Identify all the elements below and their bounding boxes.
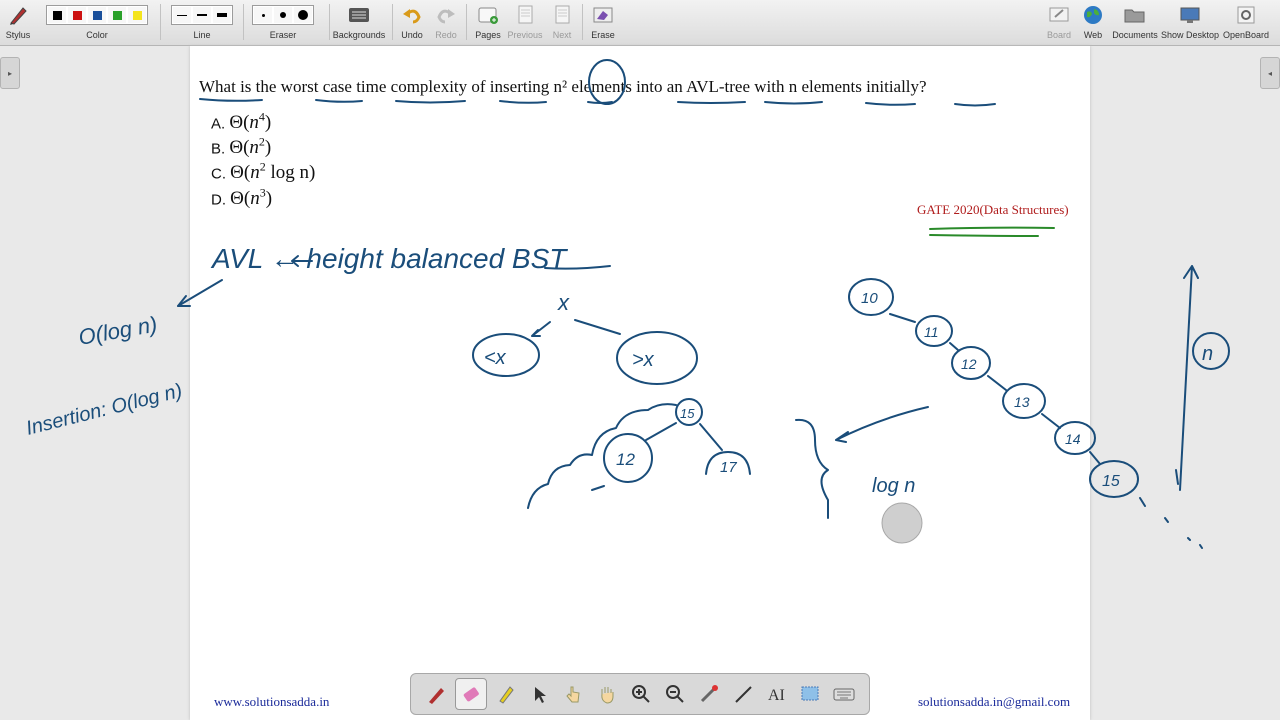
capture-icon xyxy=(801,686,819,701)
hand-icon xyxy=(601,687,614,704)
color-swatch-1[interactable] xyxy=(48,7,66,23)
keyboard-icon xyxy=(833,688,855,701)
color-swatch-2[interactable] xyxy=(68,7,86,23)
footer-email: solutionsadda.in@gmail.com xyxy=(918,694,1071,709)
interact-tool-button[interactable] xyxy=(558,679,588,709)
hand-pointer-icon xyxy=(566,686,580,703)
openboard-menu[interactable]: OpenBoard xyxy=(1222,2,1270,43)
previous-button[interactable]: Previous xyxy=(508,2,543,43)
option-d: D. Θ(n3) xyxy=(211,186,272,210)
board-button[interactable]: Board xyxy=(1044,2,1074,43)
capture-tool-button[interactable] xyxy=(795,679,825,709)
eraser-icon xyxy=(463,687,479,702)
line-medium-button[interactable] xyxy=(193,7,211,23)
top-toolbar: Stylus Color Line Eraser Backgrounds Und… xyxy=(0,0,1280,46)
next-button[interactable]: Next xyxy=(548,2,576,43)
previous-page-icon xyxy=(518,5,533,24)
pan-tool-button[interactable] xyxy=(592,679,622,709)
hw-chain-15: 15 xyxy=(1102,473,1120,490)
option-math: Θ(n2 log n) xyxy=(230,160,316,184)
documents-button[interactable]: Documents xyxy=(1112,2,1158,43)
option-a: A. Θ(n4) xyxy=(211,110,271,134)
backgrounds-icon xyxy=(349,8,369,22)
eraser-large-button[interactable] xyxy=(294,7,312,23)
footer-website: www.solutionsadda.in xyxy=(214,694,330,709)
option-label: B. xyxy=(211,140,230,158)
option-label: C. xyxy=(211,165,231,183)
laser-pointer-button[interactable] xyxy=(694,679,724,709)
hw-n-label: n xyxy=(1202,343,1213,365)
source-label: GATE 2020(Data Structures) xyxy=(917,202,1069,217)
pen-tool-button[interactable] xyxy=(421,679,451,709)
globe-icon xyxy=(1084,6,1102,24)
folder-icon xyxy=(1124,9,1145,23)
erase-icon xyxy=(593,7,613,23)
text-tool-button[interactable]: AI xyxy=(761,679,791,709)
option-b: B. Θ(n2) xyxy=(211,135,271,159)
select-tool-button[interactable] xyxy=(524,679,554,709)
eraser-tool-button[interactable] xyxy=(454,678,487,710)
tool-palette: AI xyxy=(410,673,870,715)
color-swatches xyxy=(46,5,148,25)
zoom-out-icon xyxy=(665,685,684,703)
web-button[interactable]: Web xyxy=(1080,2,1106,43)
pen-icon xyxy=(428,688,444,704)
pages-button[interactable]: Pages xyxy=(472,2,504,43)
redo-icon xyxy=(437,9,455,24)
board-icon xyxy=(1049,7,1069,22)
desktop-icon xyxy=(1180,7,1200,23)
undo-button[interactable]: Undo xyxy=(398,2,426,43)
option-math: Θ(n3) xyxy=(230,186,273,210)
hw-o-logn: O(log n) xyxy=(77,312,160,350)
line-thick-button[interactable] xyxy=(213,7,231,23)
right-panel-toggle[interactable]: ◂ xyxy=(1260,57,1280,89)
eraser-medium-button[interactable] xyxy=(274,7,292,23)
stylus-tool[interactable]: Stylus xyxy=(4,2,32,43)
redo-button[interactable]: Redo xyxy=(432,2,460,43)
show-desktop-button[interactable]: Show Desktop xyxy=(1161,2,1219,43)
highlighter-icon xyxy=(498,686,514,704)
color-tool: Color xyxy=(40,2,154,43)
zoom-in-button[interactable] xyxy=(626,679,656,709)
hw-insertion: Insertion: O(log n) xyxy=(24,380,185,440)
option-label: D. xyxy=(211,191,231,209)
arrow-cursor-icon xyxy=(535,687,547,703)
question-text: What is the worst case time complexity o… xyxy=(199,77,927,96)
color-swatch-5[interactable] xyxy=(128,7,146,23)
eraser-size-tool: Eraser xyxy=(249,2,317,43)
zoom-out-button[interactable] xyxy=(660,679,690,709)
board-page xyxy=(190,46,1090,720)
svg-text:AI: AI xyxy=(768,687,785,704)
stylus-icon xyxy=(10,7,27,25)
line-icon xyxy=(734,686,752,703)
left-panel-toggle[interactable]: ▸ xyxy=(0,57,20,89)
line-thin-button[interactable] xyxy=(173,7,191,23)
keyboard-button[interactable] xyxy=(829,679,859,709)
highlighter-tool-button[interactable] xyxy=(491,679,521,709)
backgrounds-button[interactable]: Backgrounds xyxy=(333,2,385,43)
next-page-icon xyxy=(555,5,570,24)
line-tool-button[interactable] xyxy=(728,679,758,709)
eraser-small-button[interactable] xyxy=(254,7,272,23)
gear-icon xyxy=(1237,6,1255,24)
color-swatch-3[interactable] xyxy=(88,7,106,23)
option-label: A. xyxy=(211,115,230,133)
text-icon: AI xyxy=(768,687,785,704)
line-tool: Line xyxy=(167,2,237,43)
undo-icon xyxy=(403,9,421,24)
erase-button[interactable]: Erase xyxy=(588,2,618,43)
option-c: C. Θ(n2 log n) xyxy=(211,160,315,184)
add-page-icon xyxy=(478,7,498,24)
option-math: Θ(n4) xyxy=(229,110,272,134)
color-swatch-4[interactable] xyxy=(108,7,126,23)
zoom-in-icon xyxy=(631,685,650,703)
option-math: Θ(n2) xyxy=(229,135,272,159)
laser-pointer-icon xyxy=(700,685,718,703)
